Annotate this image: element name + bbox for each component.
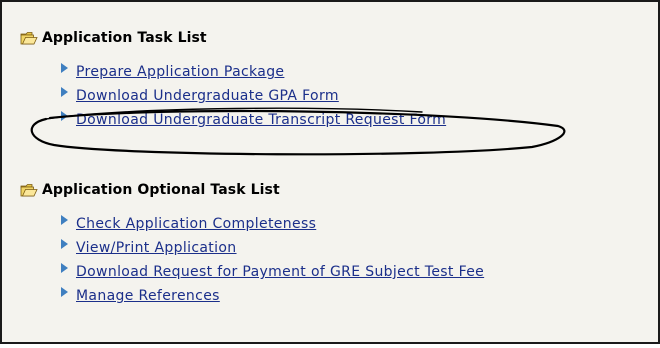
task-item-download-gre-payment-request: Download Request for Payment of GRE Subj… xyxy=(2,260,658,284)
task-item-download-transcript-request-form: Download Undergraduate Transcript Reques… xyxy=(2,108,658,132)
task-list: Prepare Application Package Download Und… xyxy=(2,60,658,132)
section-title: Application Task List xyxy=(42,30,207,46)
open-folder-icon xyxy=(20,182,38,198)
prepare-application-package-link[interactable]: Prepare Application Package xyxy=(76,64,284,80)
application-optional-task-list-section: Application Optional Task List Check App… xyxy=(2,180,658,308)
triangle-right-icon xyxy=(60,262,70,274)
triangle-right-icon xyxy=(60,86,70,98)
triangle-right-icon xyxy=(60,286,70,298)
manage-references-link[interactable]: Manage References xyxy=(76,288,220,304)
task-item-view-print-application: View/Print Application xyxy=(2,236,658,260)
task-item-download-gpa-form: Download Undergraduate GPA Form xyxy=(2,84,658,108)
section-header: Application Task List xyxy=(2,28,658,48)
section-title: Application Optional Task List xyxy=(42,182,280,198)
task-list-panel: Application Task List Prepare Applicatio… xyxy=(0,0,660,344)
task-list: Check Application Completeness View/Prin… xyxy=(2,212,658,308)
triangle-right-icon xyxy=(60,238,70,250)
task-item-prepare-application-package: Prepare Application Package xyxy=(2,60,658,84)
triangle-right-icon xyxy=(60,214,70,226)
check-application-completeness-link[interactable]: Check Application Completeness xyxy=(76,216,316,232)
open-folder-icon xyxy=(20,30,38,46)
application-task-list-section: Application Task List Prepare Applicatio… xyxy=(2,28,658,132)
task-item-check-application-completeness: Check Application Completeness xyxy=(2,212,658,236)
triangle-right-icon xyxy=(60,110,70,122)
download-transcript-request-form-link[interactable]: Download Undergraduate Transcript Reques… xyxy=(76,112,446,128)
section-header: Application Optional Task List xyxy=(2,180,658,200)
triangle-right-icon xyxy=(60,62,70,74)
view-print-application-link[interactable]: View/Print Application xyxy=(76,240,237,256)
download-gre-payment-request-link[interactable]: Download Request for Payment of GRE Subj… xyxy=(76,264,484,280)
task-item-manage-references: Manage References xyxy=(2,284,658,308)
download-gpa-form-link[interactable]: Download Undergraduate GPA Form xyxy=(76,88,339,104)
